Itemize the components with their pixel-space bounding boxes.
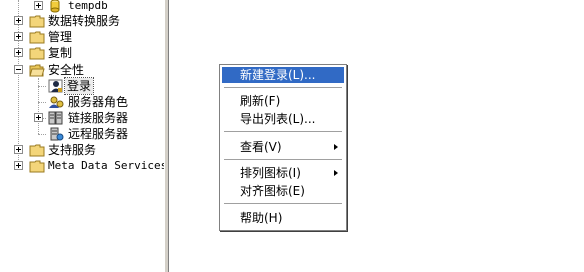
database-icon xyxy=(49,0,65,13)
tree-item-label: 登录 xyxy=(63,77,95,95)
tree-item-management[interactable]: 管理 xyxy=(0,29,164,45)
linked-server-icon xyxy=(48,111,64,125)
tree-item-linked-servers[interactable]: 链接服务器 xyxy=(0,110,164,126)
tree-item-replication[interactable]: 复制 xyxy=(0,45,164,61)
tree-item-meta-data-services[interactable]: Meta Data Services xyxy=(0,158,164,174)
folder-icon xyxy=(29,159,45,173)
tree-item-support-services[interactable]: 支持服务 xyxy=(0,142,164,158)
tree-item-server-roles[interactable]: 服务器角色 xyxy=(0,94,164,110)
menu-item-arrange-icons[interactable]: 排列图标(I) xyxy=(222,165,344,181)
expand-icon[interactable] xyxy=(14,161,23,170)
tree-item-label: 支持服务 xyxy=(48,143,97,157)
expand-icon[interactable] xyxy=(14,48,23,57)
remote-server-icon xyxy=(48,127,64,141)
folder-icon xyxy=(29,46,45,60)
menu-separator xyxy=(224,203,342,205)
folder-icon xyxy=(29,30,45,44)
expand-icon[interactable] xyxy=(14,16,23,25)
folder-icon xyxy=(29,14,45,28)
expand-icon[interactable] xyxy=(34,113,43,122)
menu-item-export-list[interactable]: 导出列表(L)... xyxy=(222,111,344,127)
menu-separator xyxy=(224,87,342,89)
menu-item-line-up-icons[interactable]: 对齐图标(E) xyxy=(222,183,344,199)
submenu-arrow-icon xyxy=(334,144,338,150)
folder-icon xyxy=(29,143,45,157)
expand-icon[interactable] xyxy=(14,32,23,41)
folder-open-icon xyxy=(29,63,45,77)
login-user-icon xyxy=(48,79,64,93)
tree-item-logins[interactable]: 登录 xyxy=(0,77,164,95)
tree-item-label: 安全性 xyxy=(48,63,85,77)
tree-item-dts[interactable]: 数据转换服务 xyxy=(0,13,164,29)
mmc-window: tempdb 数据转换服务 管理 复制 安全性 登录 服务器角色 链接服务器 远… xyxy=(0,0,584,272)
menu-separator xyxy=(224,131,342,133)
menu-separator xyxy=(224,159,342,161)
tree-item-label: tempdb xyxy=(68,0,108,12)
menu-item-refresh[interactable]: 刷新(F) xyxy=(222,93,344,109)
tree-item-label: 复制 xyxy=(48,46,73,60)
tree-item-security[interactable]: 安全性 xyxy=(0,62,164,78)
context-menu: 新建登录(L)... 刷新(F) 导出列表(L)... 查看(V) 排列图标(I… xyxy=(219,64,347,231)
tree-item-label: 数据转换服务 xyxy=(48,14,121,28)
submenu-arrow-icon xyxy=(334,170,338,176)
console-tree[interactable]: tempdb 数据转换服务 管理 复制 安全性 登录 服务器角色 链接服务器 远… xyxy=(0,0,164,272)
server-role-icon xyxy=(48,95,64,109)
tree-item-label: 管理 xyxy=(48,30,73,44)
expand-icon[interactable] xyxy=(14,145,23,154)
tree-item-tempdb[interactable]: tempdb xyxy=(0,0,164,14)
menu-item-help[interactable]: 帮助(H) xyxy=(222,210,344,226)
collapse-icon[interactable] xyxy=(14,65,23,74)
tree-item-remote-servers[interactable]: 远程服务器 xyxy=(0,126,164,142)
tree-item-label: 服务器角色 xyxy=(68,95,129,109)
tree-item-label: 远程服务器 xyxy=(68,127,129,141)
tree-item-label: 链接服务器 xyxy=(68,111,129,125)
tree-item-label: Meta Data Services xyxy=(48,159,164,172)
expand-icon[interactable] xyxy=(34,1,43,10)
menu-item-new-login[interactable]: 新建登录(L)... xyxy=(222,67,344,83)
menu-item-view[interactable]: 查看(V) xyxy=(222,139,344,155)
